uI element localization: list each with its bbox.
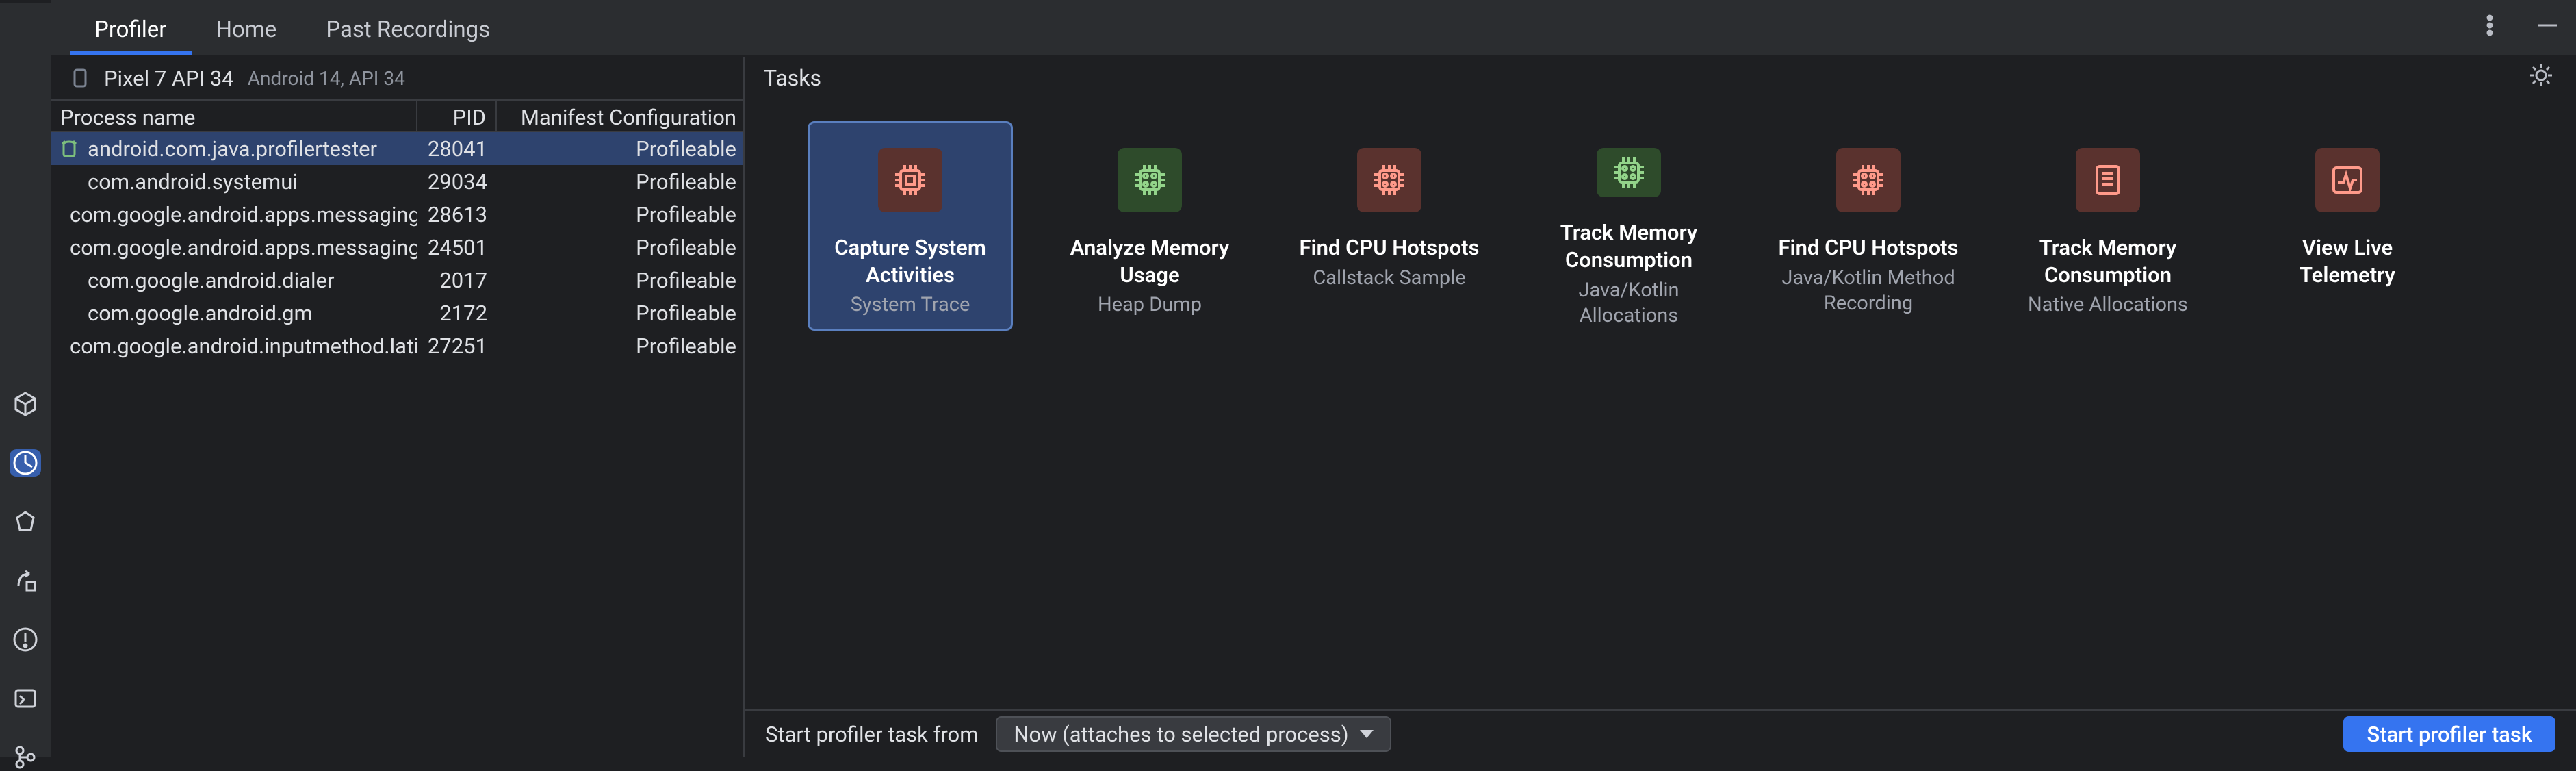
cell-pid: 28613 (417, 199, 497, 230)
cell-config: Profileable (497, 134, 743, 164)
tasks-header: Tasks (745, 57, 2576, 99)
col-process-name[interactable]: Process name (51, 101, 417, 131)
cell-config: Profileable (497, 232, 743, 263)
table-row[interactable]: com.google.android.apps.messaging...2450… (51, 231, 743, 264)
cell-config: Profileable (497, 166, 743, 197)
task-subtitle: Native Allocations (2020, 292, 2196, 318)
memory-chip-icon (1597, 148, 1661, 197)
process-table-header: Process name PID Manifest Configuration (51, 99, 743, 132)
col-pid[interactable]: PID (417, 101, 497, 131)
device-name: Pixel 7 API 34 (104, 66, 234, 91)
process-panel: Pixel 7 API 34 Android 14, API 34 Proces… (51, 57, 745, 757)
activity-pulse-icon (2315, 148, 2380, 212)
cpu-chip-icon (1836, 148, 1901, 212)
cell-process-name: com.google.android.gm (51, 298, 417, 329)
table-row[interactable]: com.google.android.dialer2017Profileable (51, 264, 743, 296)
task-title: Track Memory Consumption (2007, 234, 2208, 288)
task-title: Analyze Memory Usage (1049, 234, 1250, 288)
rail-resource-manager-icon[interactable] (10, 390, 41, 418)
task-track-memory-jk[interactable]: Track Memory Consumption Java/Kotlin All… (1526, 121, 1731, 331)
col-manifest-config[interactable]: Manifest Configuration (497, 101, 743, 131)
tab-past-recordings[interactable]: Past Recordings (301, 7, 515, 55)
start-from-label: Start profiler task from (765, 722, 978, 747)
rail-problems-icon[interactable] (10, 626, 41, 653)
cell-config: Profileable (497, 298, 743, 329)
memory-chip-icon (1118, 148, 1182, 212)
cpu-chip-icon (878, 148, 942, 212)
cell-pid: 27251 (417, 331, 497, 362)
document-list-icon (2076, 148, 2140, 212)
task-capture-system-activities[interactable]: Capture System Activities System Trace (808, 121, 1013, 331)
cell-process-name: com.google.android.apps.messaging (51, 199, 417, 230)
rail-build-variants-icon[interactable] (10, 567, 41, 594)
task-subtitle: Java/Kotlin Method Recording (1768, 266, 1969, 316)
cell-process-name: com.google.android.inputmethod.latin (51, 331, 417, 362)
device-selector[interactable]: Pixel 7 API 34 Android 14, API 34 (51, 57, 743, 99)
table-row[interactable]: android.com.java.profilertester28041Prof… (51, 132, 743, 165)
task-title: Find CPU Hotspots (1770, 234, 1967, 262)
task-title: Track Memory Consumption (1528, 219, 1729, 273)
task-subtitle: Heap Dump (1090, 292, 1210, 318)
task-find-cpu-hotspots-callstack[interactable]: Find CPU Hotspots Callstack Sample (1287, 121, 1492, 331)
top-tabbar: Profiler Home Past Recordings (51, 0, 2576, 57)
tasks-grid: Capture System Activities System Trace A… (745, 99, 2576, 709)
main-column: Profiler Home Past Recordings Pixel 7 AP… (51, 0, 2576, 757)
rail-version-control-icon[interactable] (10, 744, 41, 771)
cell-pid: 2172 (417, 298, 497, 329)
tab-home[interactable]: Home (192, 7, 302, 55)
cell-process-name: com.google.android.dialer (51, 265, 417, 296)
cell-pid: 24501 (417, 232, 497, 263)
table-row[interactable]: com.google.android.inputmethod.latin2725… (51, 329, 743, 362)
tasks-area: Tasks Capture System Activities System T… (745, 57, 2576, 757)
cell-pid: 2017 (417, 265, 497, 296)
table-row[interactable]: com.android.systemui29034Profileable (51, 165, 743, 198)
rail-profiler-icon[interactable] (10, 449, 41, 477)
start-profiler-button[interactable]: Start profiler task (2343, 716, 2555, 752)
task-find-cpu-hotspots-method[interactable]: Find CPU Hotspots Java/Kotlin Method Rec… (1766, 121, 1971, 331)
start-from-dropdown[interactable]: Now (attaches to selected process) (996, 716, 1391, 752)
rail-app-quality-icon[interactable] (10, 508, 41, 535)
cell-process-name: com.android.systemui (51, 166, 417, 197)
table-row[interactable]: com.google.android.apps.messaging28613Pr… (51, 198, 743, 231)
task-title: Capture System Activities (810, 234, 1011, 288)
task-subtitle: Callstack Sample (1304, 266, 1473, 291)
cpu-chip-icon (1357, 148, 1421, 212)
cell-pid: 29034 (417, 166, 497, 197)
task-view-live-telemetry[interactable]: View Live Telemetry (2245, 121, 2450, 331)
tool-rail (0, 0, 51, 757)
cell-pid: 28041 (417, 134, 497, 164)
more-icon[interactable] (2473, 12, 2506, 44)
cell-config: Profileable (497, 265, 743, 296)
task-analyze-memory-usage[interactable]: Analyze Memory Usage Heap Dump (1047, 121, 1252, 331)
cell-config: Profileable (497, 199, 743, 230)
device-meta: Android 14, API 34 (248, 67, 405, 90)
task-track-memory-native[interactable]: Track Memory Consumption Native Allocati… (2005, 121, 2211, 331)
task-subtitle: Java/Kotlin Allocations (1528, 278, 1729, 329)
rail-terminal-icon[interactable] (10, 685, 41, 712)
tab-profiler[interactable]: Profiler (70, 7, 192, 55)
cell-process-name: android.com.java.profilertester (51, 134, 417, 164)
cell-config: Profileable (497, 331, 743, 362)
task-subtitle: System Trace (842, 292, 979, 318)
cell-process-name: com.google.android.apps.messaging... (51, 232, 417, 263)
minimize-icon[interactable] (2531, 12, 2564, 44)
tasks-title: Tasks (764, 65, 821, 91)
bottom-bar: Start profiler task from Now (attaches t… (745, 709, 2576, 757)
task-title: View Live Telemetry (2247, 234, 2448, 288)
tasks-settings-icon[interactable] (2528, 62, 2554, 94)
task-title: Find CPU Hotspots (1291, 234, 1488, 262)
process-table-body: android.com.java.profilertester28041Prof… (51, 132, 743, 362)
table-row[interactable]: com.google.android.gm2172Profileable (51, 296, 743, 329)
